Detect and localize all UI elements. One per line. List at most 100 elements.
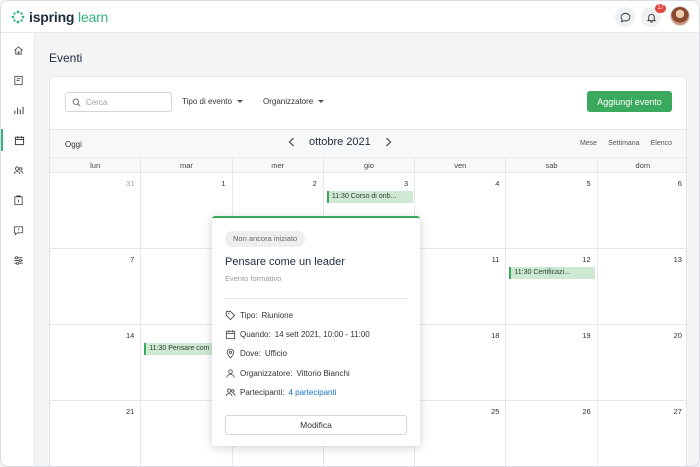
- event-where-value: Ufficio: [264, 349, 287, 358]
- event-type-filter[interactable]: Tipo di evento: [182, 97, 243, 106]
- status-badge: Non ancora iniziato: [225, 231, 306, 247]
- notification-badge: 17: [655, 4, 666, 13]
- user-avatar[interactable]: [670, 6, 690, 26]
- calendar-day-cell[interactable]: 7: [50, 249, 140, 324]
- today-button[interactable]: Oggi: [65, 140, 82, 149]
- sidebar-item-assignments[interactable]: [1, 189, 35, 211]
- event-when-value: 14 sett 2021, 10:00 - 11:00: [274, 330, 370, 339]
- calendar-day-cell[interactable]: 12 11:30 Certificazi...: [505, 249, 596, 324]
- calendar-day-cell[interactable]: 11: [414, 249, 505, 324]
- sidebar-item-help[interactable]: [1, 219, 35, 241]
- day-number: 4: [495, 179, 500, 188]
- calendar-day-cell[interactable]: 5: [505, 173, 596, 248]
- event-title: Pensare come un leader: [225, 256, 345, 268]
- calendar-day-cell[interactable]: 27: [596, 401, 686, 466]
- logo[interactable]: ispring learn: [11, 9, 108, 25]
- view-month[interactable]: Mese: [580, 140, 597, 147]
- calendar-day-cell[interactable]: 19: [505, 325, 596, 400]
- weekday-label: gio: [322, 158, 414, 172]
- search-icon: [72, 98, 81, 107]
- participants-link[interactable]: 4 partecipanti: [288, 388, 336, 397]
- event-participants-row: Partecipanti: 4 partecipanti: [225, 387, 337, 398]
- day-number: 26: [582, 407, 591, 416]
- location-pin-icon: [225, 348, 236, 359]
- event-type-row: Tipo: Riunione: [225, 310, 293, 321]
- weekday-label: lun: [90, 161, 101, 170]
- users-icon: [225, 387, 236, 398]
- view-list[interactable]: Elenco: [651, 140, 672, 147]
- calendar-event[interactable]: 11:30 Certificazi...: [509, 267, 596, 279]
- event-subtitle: Evento formativo: [225, 274, 282, 283]
- sidebar-item-settings[interactable]: [1, 249, 35, 271]
- calendar-day-cell[interactable]: 13: [596, 249, 686, 324]
- edit-event-button[interactable]: Modifica: [225, 415, 407, 435]
- day-number: 18: [491, 331, 500, 340]
- calendar-day-cell[interactable]: 14: [50, 325, 140, 400]
- weekday-label: sab: [505, 158, 596, 172]
- event-where-row: Dove: Ufficio: [225, 348, 287, 359]
- calendar-day-cell[interactable]: 6: [596, 173, 686, 248]
- event-details-popup: Non ancora iniziato Pensare come un lead…: [212, 216, 420, 446]
- weekday-label: mer: [231, 158, 323, 172]
- weekday-label: mar: [140, 158, 231, 172]
- book-icon: [13, 75, 24, 86]
- organizer-filter[interactable]: Organizzatore: [263, 97, 325, 106]
- page-title: Eventi: [49, 51, 83, 65]
- search-box[interactable]: [65, 92, 172, 112]
- view-week[interactable]: Settimana: [608, 140, 640, 147]
- day-number: 5: [586, 179, 591, 188]
- event-organizer-row: Organizzatore: Vittorio Bianchi: [225, 368, 350, 379]
- notifications-bell-icon[interactable]: 17: [641, 4, 666, 27]
- event-when-label: Quando:: [240, 330, 271, 339]
- add-event-button[interactable]: Aggiungi evento: [587, 91, 672, 112]
- month-navigation: ottobre 2021: [288, 136, 392, 148]
- event-participants-label: Partecipanti:: [240, 388, 285, 397]
- chevron-right-icon[interactable]: [385, 137, 392, 147]
- weekday-label: dom: [596, 158, 686, 172]
- day-number: 19: [582, 331, 591, 340]
- organizer-filter-label: Organizzatore: [263, 97, 314, 106]
- chevron-down-icon: [236, 100, 243, 103]
- sidebar-item-calendar[interactable]: [1, 129, 35, 151]
- day-number: 12: [582, 255, 591, 264]
- sidebar-item-users[interactable]: [1, 159, 35, 181]
- calendar-day-cell[interactable]: 20: [596, 325, 686, 400]
- calendar-event[interactable]: 11:30 Corso di onb...: [326, 191, 413, 203]
- event-where-label: Dove:: [240, 349, 261, 358]
- calendar-day-cell[interactable]: 25: [414, 401, 505, 466]
- calendar-day-cell[interactable]: 4: [414, 173, 505, 248]
- sliders-icon: [13, 255, 24, 266]
- sidebar-item-home[interactable]: [1, 39, 35, 61]
- sidebar-item-reports[interactable]: [1, 99, 35, 121]
- calendar-header: Oggi ottobre 2021 Mese Settimana Elenco: [50, 129, 686, 157]
- day-number: 13: [673, 255, 682, 264]
- day-number: 7: [130, 255, 135, 264]
- day-number: 6: [677, 179, 682, 188]
- chevron-left-icon[interactable]: [288, 137, 295, 147]
- divider: [225, 298, 407, 299]
- day-number: 31: [125, 179, 135, 188]
- person-icon: [225, 368, 236, 379]
- event-organizer-label: Organizzatore:: [240, 369, 293, 378]
- chat-icon[interactable]: [615, 7, 635, 27]
- logo-text: ispring learn: [29, 9, 109, 25]
- sidebar: [1, 33, 35, 466]
- sidebar-item-library[interactable]: [1, 69, 35, 91]
- help-icon: [13, 225, 24, 236]
- calendar-day-cell[interactable]: 26: [505, 401, 596, 466]
- tag-icon: [225, 310, 236, 321]
- calendar-day-cell[interactable]: 18: [414, 325, 505, 400]
- day-number: 1: [221, 179, 226, 188]
- event-type-value: Riunione: [261, 311, 294, 320]
- event-when-row: Quando: 14 sett 2021, 10:00 - 11:00: [225, 329, 370, 340]
- ispring-logo-icon: [11, 10, 25, 24]
- calendar-icon: [14, 135, 25, 146]
- search-input[interactable]: [86, 97, 166, 107]
- day-number: 25: [491, 407, 500, 416]
- calendar-day-cell[interactable]: 31: [50, 173, 140, 248]
- calendar-day-cell[interactable]: 21: [50, 401, 140, 466]
- day-number: 14: [125, 331, 135, 340]
- day-number: 2: [312, 179, 317, 188]
- home-icon: [13, 45, 24, 56]
- chart-icon: [13, 105, 24, 116]
